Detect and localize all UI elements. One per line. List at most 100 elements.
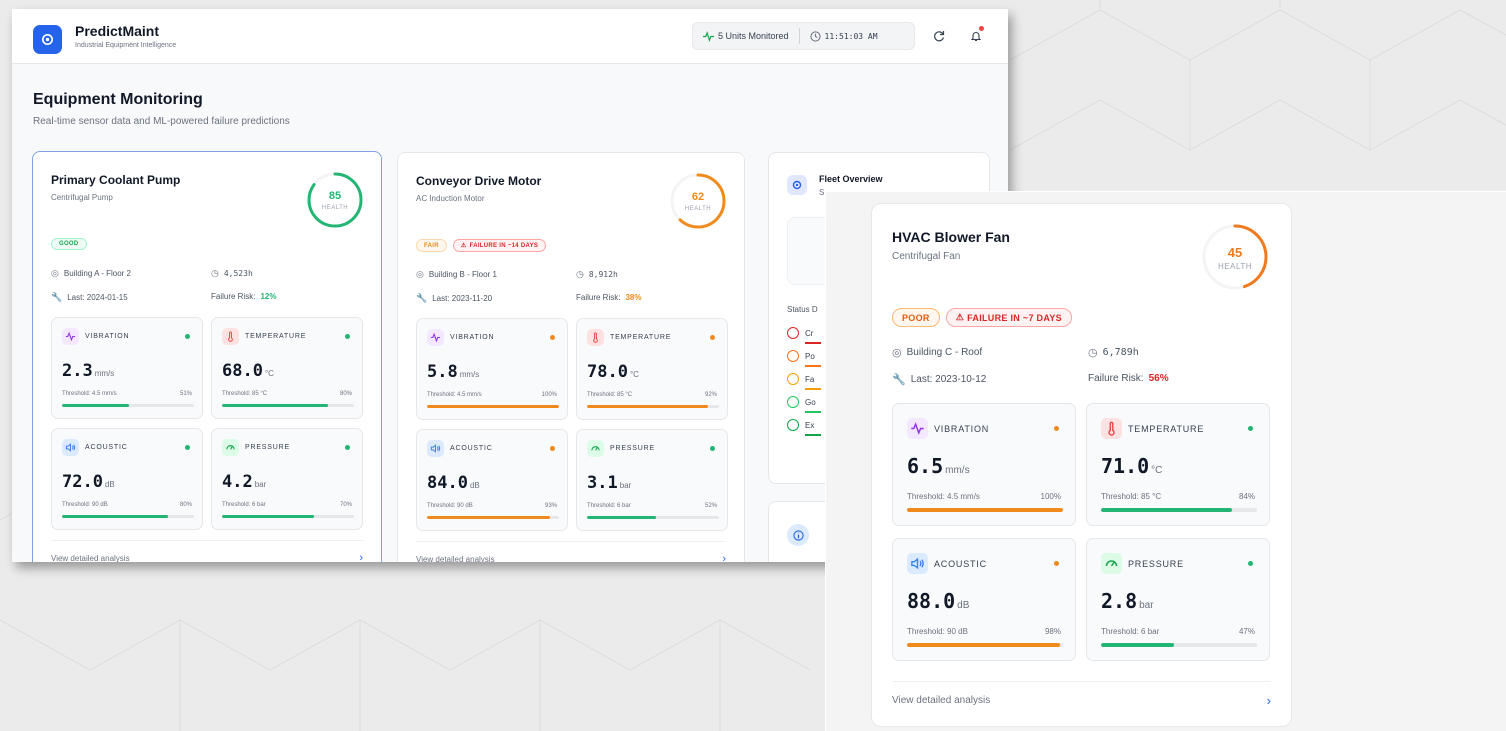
refresh-icon[interactable] bbox=[931, 28, 947, 44]
wrench-icon: 🔧 bbox=[416, 293, 428, 303]
speaker-icon bbox=[62, 439, 79, 456]
status-icon bbox=[787, 396, 799, 408]
failure-prediction-text: FAILURE IN ~7 DAYS bbox=[967, 312, 1062, 323]
logo bbox=[33, 25, 62, 54]
sensor-status-dot bbox=[550, 446, 555, 451]
gauge-icon bbox=[222, 439, 239, 456]
failure-risk: Failure Risk: 56% bbox=[1088, 373, 1169, 384]
status-label: Po bbox=[805, 351, 815, 361]
sensor-header: PRESSURE bbox=[222, 439, 290, 456]
sensor-vibration[interactable]: VIBRATION 6.5 mm/s Threshold: 4.5 mm/s 100% bbox=[892, 403, 1076, 526]
sensor-threshold: Threshold: 90 dB bbox=[907, 627, 968, 636]
sensor-temperature[interactable]: TEMPERATURE 78.0 °C Threshold: 85 °C 92% bbox=[576, 318, 728, 420]
sensor-progress-bar bbox=[427, 516, 559, 519]
sensor-progress-bar bbox=[222, 404, 354, 407]
sensor-vibration[interactable]: VIBRATION 5.8 mm/s Threshold: 4.5 mm/s 100% bbox=[416, 318, 568, 420]
sensor-pressure[interactable]: PRESSURE 4.2 bar Threshold: 6 bar 70% bbox=[211, 428, 363, 530]
status-badge: GOOD bbox=[51, 238, 87, 250]
sensor-name: VIBRATION bbox=[85, 333, 130, 340]
sensor-name: PRESSURE bbox=[245, 444, 290, 451]
equipment-title: Conveyor Drive Motor bbox=[416, 174, 542, 188]
failure-prediction-text: FAILURE IN ~14 DAYS bbox=[469, 242, 539, 249]
sensor-value-number: 84.0 bbox=[427, 473, 468, 493]
sensor-progress-fill bbox=[1101, 643, 1175, 647]
sensor-name: ACOUSTIC bbox=[934, 558, 987, 569]
sensor-name: TEMPERATURE bbox=[610, 334, 672, 341]
sensor-temperature[interactable]: TEMPERATURE 71.0 °C Threshold: 85 °C 84% bbox=[1086, 403, 1270, 526]
status-pill: 5 Units Monitored 11:51:03 AM bbox=[692, 22, 915, 50]
view-detailed-analysis-link[interactable]: View detailed analysis › bbox=[51, 552, 363, 562]
equipment-card-hvac-blower-fan[interactable]: HVAC Blower Fan Centrifugal Fan 45 HEALTH PO… bbox=[871, 203, 1292, 727]
health-label: HEALTH bbox=[1218, 262, 1252, 271]
view-detailed-analysis-link[interactable]: View detailed analysis › bbox=[416, 553, 726, 562]
last-maintenance-text: Last: 2023-10-12 bbox=[910, 374, 987, 385]
wrench-icon: 🔧 bbox=[51, 292, 63, 302]
bell-icon[interactable] bbox=[968, 26, 984, 44]
gauge-icon bbox=[1101, 553, 1122, 574]
status-bar bbox=[805, 411, 821, 413]
app-subtitle: Industrial Equipment Intelligence bbox=[75, 42, 177, 49]
sensor-value-number: 4.2 bbox=[222, 472, 253, 492]
sensor-header: PRESSURE bbox=[1101, 553, 1184, 574]
sensor-progress-bar bbox=[1101, 643, 1257, 647]
sensor-header: TEMPERATURE bbox=[1101, 418, 1204, 439]
location-text: Building C - Roof bbox=[906, 347, 983, 358]
status-badges: GOOD bbox=[51, 238, 87, 250]
info-icon bbox=[787, 524, 809, 546]
status-item: Po bbox=[787, 350, 821, 367]
sensor-pressure[interactable]: PRESSURE 3.1 bar Threshold: 6 bar 52% bbox=[576, 429, 728, 531]
sensor-progress-fill bbox=[587, 405, 709, 408]
sensor-progress-bar bbox=[907, 643, 1063, 647]
chevron-right-icon: › bbox=[1266, 693, 1271, 708]
sensor-threshold: Threshold: 90 dB bbox=[427, 503, 473, 509]
sensor-vibration[interactable]: VIBRATION 2.3 mm/s Threshold: 4.5 mm/s 51% bbox=[51, 317, 203, 419]
sensor-progress-fill bbox=[427, 405, 559, 408]
sensor-threshold: Threshold: 85 °C bbox=[1101, 492, 1162, 501]
clock-icon bbox=[809, 30, 821, 42]
sensor-value-number: 68.0 bbox=[222, 361, 263, 381]
sensor-temperature[interactable]: TEMPERATURE 68.0 °C Threshold: 85 °C 80% bbox=[211, 317, 363, 419]
sensor-pressure[interactable]: PRESSURE 2.8 bar Threshold: 6 bar 47% bbox=[1086, 538, 1270, 661]
sensor-percent: 80% bbox=[339, 391, 352, 397]
clock-icon: ◷ bbox=[1088, 347, 1098, 359]
sensor-name: PRESSURE bbox=[1128, 558, 1184, 569]
sensor-progress-bar bbox=[907, 508, 1063, 512]
sensor-unit: bar bbox=[1139, 600, 1154, 611]
sensor-header: TEMPERATURE bbox=[222, 328, 306, 345]
sensor-threshold: Threshold: 6 bar bbox=[1101, 627, 1160, 636]
sensor-percent: 70% bbox=[339, 502, 352, 508]
map-pin-icon: ◎ bbox=[892, 347, 902, 359]
sensor-status-dot bbox=[345, 334, 350, 339]
sensor-status-dot bbox=[710, 335, 715, 340]
sensor-status-dot bbox=[550, 335, 555, 340]
sensor-progress-fill bbox=[222, 515, 315, 518]
warning-icon: ⚠ bbox=[955, 312, 965, 322]
sensor-value: 68.0 °C bbox=[222, 361, 274, 381]
sensor-acoustic[interactable]: ACOUSTIC 84.0 dB Threshold: 90 dB 93% bbox=[416, 429, 568, 531]
sensor-threshold: Threshold: 85 °C bbox=[587, 392, 633, 398]
gear-icon bbox=[41, 33, 54, 46]
sensor-acoustic[interactable]: ACOUSTIC 88.0 dB Threshold: 90 dB 98% bbox=[892, 538, 1076, 661]
sensor-unit: dB bbox=[469, 481, 480, 490]
sensor-unit: °C bbox=[264, 369, 274, 378]
failure-prediction-badge: ⚠ FAILURE IN ~7 DAYS bbox=[945, 308, 1072, 327]
sensor-progress-fill bbox=[1101, 508, 1233, 512]
status-label: Cr bbox=[805, 328, 814, 338]
equipment-card-primary-coolant-pump[interactable]: Primary Coolant Pump Centrifugal Pump 85 HE… bbox=[32, 151, 382, 562]
sensor-header: VIBRATION bbox=[907, 418, 989, 439]
clock-icon: ◷ bbox=[211, 268, 219, 278]
equipment-type: Centrifugal Fan bbox=[892, 251, 961, 262]
sensor-acoustic[interactable]: ACOUSTIC 72.0 dB Threshold: 90 dB 80% bbox=[51, 428, 203, 530]
sensor-percent: 80% bbox=[179, 502, 192, 508]
sensor-value: 3.1 bar bbox=[587, 473, 631, 493]
operating-hours-text: 8,912h bbox=[588, 270, 618, 279]
sensor-value: 71.0 °C bbox=[1101, 454, 1162, 478]
zoom-panel: HVAC Blower Fan Centrifugal Fan 45 HEALTH PO… bbox=[825, 191, 1506, 731]
status-distribution-label: Status D bbox=[787, 305, 818, 314]
view-detailed-analysis-link[interactable]: View detailed analysis › bbox=[892, 693, 1271, 708]
sensor-status-dot bbox=[1248, 561, 1253, 566]
status-badges: FAIR ⚠ FAILURE IN ~14 DAYS bbox=[416, 239, 547, 252]
equipment-card-conveyor-drive-motor[interactable]: Conveyor Drive Motor AC Induction Motor 62… bbox=[397, 152, 745, 562]
location: ◎ Building C - Roof bbox=[892, 346, 982, 359]
fleet-subtitle: S bbox=[819, 188, 825, 197]
